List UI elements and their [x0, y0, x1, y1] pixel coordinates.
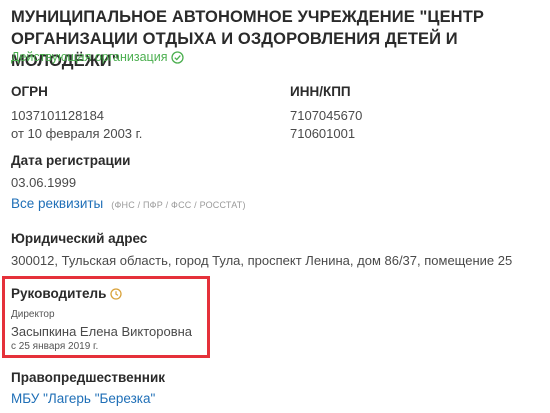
head-label-row: Руководитель [11, 286, 192, 303]
kpp-number: 710601001 [290, 126, 356, 141]
head-section: Руководитель Директор Засыпкина Елена Ви… [11, 286, 192, 352]
ogrn-label: ОГРН [11, 84, 48, 99]
ogrn-section: ОГРН 1037101128184 от 10 февраля 2003 г. [11, 84, 142, 143]
inn-number: 7107045670 [290, 108, 363, 123]
predecessor-link[interactable]: МБУ "Лагерь "Березка" [11, 391, 165, 406]
head-position: Директор [11, 309, 55, 320]
head-name: Засыпкина Елена Викторовна [11, 324, 193, 339]
head-since: с 25 января 2019 г. [11, 341, 99, 352]
address-label: Юридический адрес [11, 231, 148, 246]
all-details-link[interactable]: Все реквизиты [11, 196, 103, 211]
registration-section: Дата регистрации 03.06.1999 Все реквизит… [11, 153, 246, 213]
inn-label: ИНН/КПП [290, 84, 351, 99]
ogrn-number: 1037101128184 [11, 108, 105, 123]
sources-note: (ФНС / ПФР / ФСС / РОССТАТ) [111, 200, 246, 210]
predecessor-section: Правопредшественник МБУ "Лагерь "Березка… [11, 370, 165, 406]
status-label: Действующая организация [11, 50, 168, 64]
ogrn-date: от 10 февраля 2003 г. [11, 126, 143, 141]
check-circle-icon [171, 50, 185, 64]
status-indicator: Действующая организация [11, 50, 185, 64]
inn-section: ИНН/КПП 7107045670 710601001 [290, 84, 362, 143]
predecessor-label: Правопредшественник [11, 370, 165, 385]
address-value: 300012, Тульская область, город Тула, пр… [11, 253, 513, 268]
clock-icon[interactable] [110, 288, 123, 303]
registration-date: 03.06.1999 [11, 175, 77, 190]
head-label: Руководитель [11, 286, 107, 301]
registration-label: Дата регистрации [11, 153, 131, 168]
address-section: Юридический адрес 300012, Тульская облас… [11, 231, 512, 270]
details-row: Все реквизиты (ФНС / ПФР / ФСС / РОССТАТ) [11, 195, 246, 213]
